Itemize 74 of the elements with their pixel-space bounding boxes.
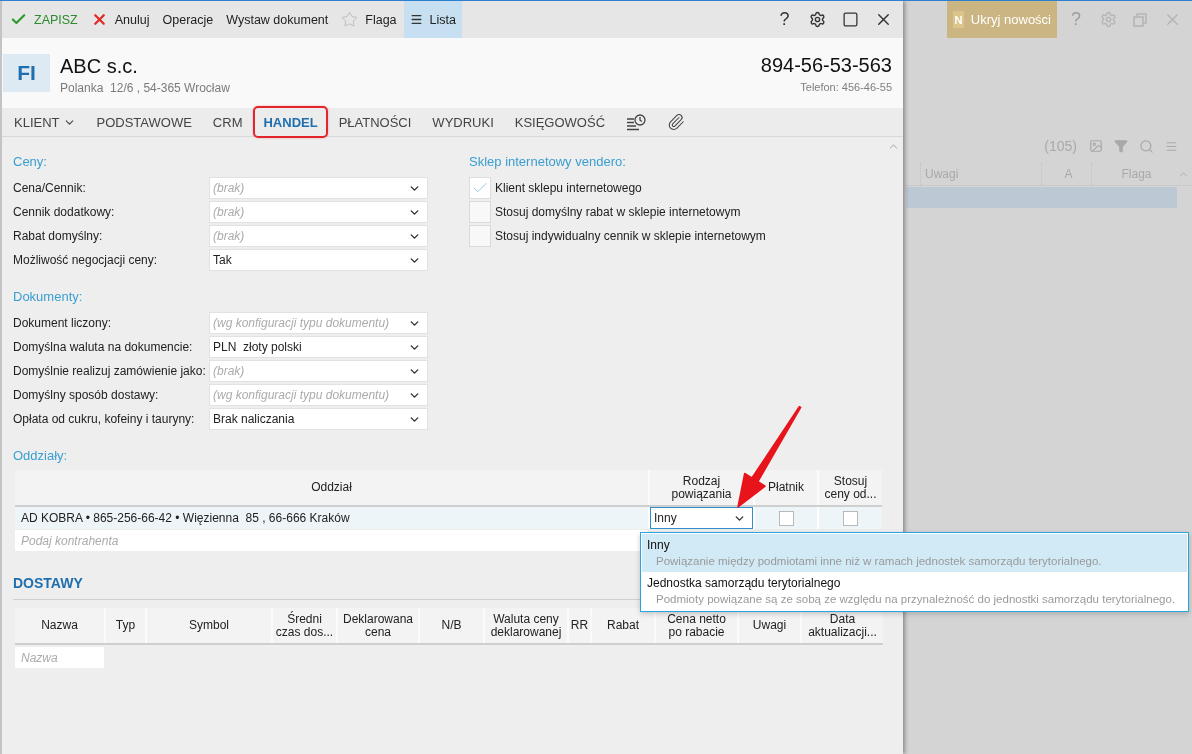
column-header: Oddział	[15, 470, 648, 505]
column-header: N/B	[420, 608, 483, 643]
checkbox-label: Stosuj domyślny rabat w sklepie internetowym	[495, 205, 741, 219]
company-initials-badge: FI	[3, 54, 50, 92]
history-list-icon	[626, 113, 647, 131]
select-field[interactable]: PLN złoty polski	[209, 336, 428, 358]
field-label: Opłata od cukru, kofeiny i tauryny:	[13, 412, 196, 426]
menu-icon	[409, 13, 423, 26]
relation-select[interactable]: Inny	[650, 507, 753, 529]
tax-id: 894-56-53-563	[760, 54, 892, 76]
checkbox[interactable]	[469, 177, 491, 199]
list-row[interactable]	[906, 187, 1177, 208]
field-label: Możliwość negocjacji ceny:	[13, 253, 159, 267]
tab[interactable]: WYDRUKI	[422, 106, 504, 138]
checkbox[interactable]	[469, 201, 491, 223]
column-header: Waluta ceny deklarowanej	[485, 608, 567, 643]
column-header: Średni czas dos...	[273, 608, 336, 643]
field-label: Rabat domyślny:	[13, 229, 104, 243]
tab[interactable]: PŁATNOŚCI	[328, 106, 422, 138]
column-header: Typ	[106, 608, 145, 643]
save-button[interactable]: ZAPISZ	[4, 1, 84, 38]
column-header: RR	[569, 608, 590, 643]
field-label: Domyślnie realizuj zamówienie jako:	[13, 364, 207, 378]
checkbox-label: Klient sklepu internetowego	[495, 181, 642, 195]
branch-cell: AD KOBRA • 865-256-66-42 • Więzienna 85 , 66-666 Kraków	[15, 507, 648, 529]
company-address: Polanka 12/6 , 54-365 Wrocław	[60, 81, 230, 95]
section-title: DOSTAWY	[13, 575, 83, 591]
cancel-button[interactable]: Anuluj	[84, 1, 156, 38]
field-label: Domyślna waluta na dokumencie:	[13, 340, 194, 354]
menu-icon[interactable]	[1165, 139, 1178, 153]
field-label: Cennik dodatkowy:	[13, 205, 116, 219]
checkbox[interactable]	[778, 510, 794, 526]
section-title: Dokumenty:	[13, 289, 83, 305]
company-name: ABC s.c.	[60, 55, 138, 77]
checkbox-label: Stosuj indywidualny cennik w sklepie internetowym	[495, 229, 766, 243]
paperclip-icon	[667, 113, 686, 131]
toolbar-button[interactable]: Operacje	[156, 1, 220, 38]
column-header: Rabat	[592, 608, 654, 643]
select-field[interactable]: Tak	[209, 249, 428, 271]
section-title: Ceny:	[13, 154, 47, 170]
section-title: Oddziały:	[13, 448, 68, 464]
column-header: Rodzaj powiązania	[650, 470, 753, 505]
phone-number: Telefon: 456-46-55	[800, 81, 892, 93]
toolbar-button[interactable]: Wystaw dokument	[220, 1, 335, 38]
tab[interactable]: KSIĘGOWOŚĆ	[504, 106, 616, 138]
dropdown-option[interactable]: Inny Powiązanie między podmiotami inne niż w ramach jednostek samorządu terytorialnego.	[642, 534, 1187, 572]
settings-icon	[1099, 11, 1117, 28]
settings-icon	[809, 11, 826, 28]
list-button[interactable]: Lista	[403, 1, 462, 38]
field-label: Cena/Cennik:	[13, 181, 87, 195]
checkbox[interactable]	[843, 510, 858, 526]
tab[interactable]: CRM	[202, 106, 253, 138]
column-header: Symbol	[147, 608, 271, 643]
column-header: Płatnik	[755, 470, 817, 505]
section-title: Sklep internetowy vendero:	[469, 154, 626, 170]
help-button[interactable]: ?	[768, 1, 801, 38]
field-label: Dokument liczony:	[13, 316, 113, 330]
search-icon[interactable]	[1139, 138, 1154, 154]
news-badge-icon: N	[953, 11, 964, 28]
checkbox[interactable]	[469, 225, 491, 247]
select-field[interactable]: Brak naliczania	[209, 408, 428, 430]
maximize-icon	[842, 11, 859, 28]
star-icon	[341, 11, 359, 28]
restore-icon	[1133, 12, 1147, 27]
column-header: Stosuj ceny od...	[819, 470, 882, 505]
menu-tab[interactable]: KLIENT	[4, 106, 86, 138]
filter-icon[interactable]	[1114, 139, 1128, 153]
field-label: Domyślny sposób dostawy:	[13, 388, 160, 402]
column-header: Nazwa	[15, 608, 104, 643]
column-header: Deklarowana cena	[338, 608, 418, 643]
flag-button[interactable]: Flaga	[335, 1, 403, 38]
image-icon[interactable]	[1089, 139, 1103, 153]
tab[interactable]: PODSTAWOWE	[86, 106, 202, 138]
tab[interactable]: HANDEL	[253, 106, 328, 138]
